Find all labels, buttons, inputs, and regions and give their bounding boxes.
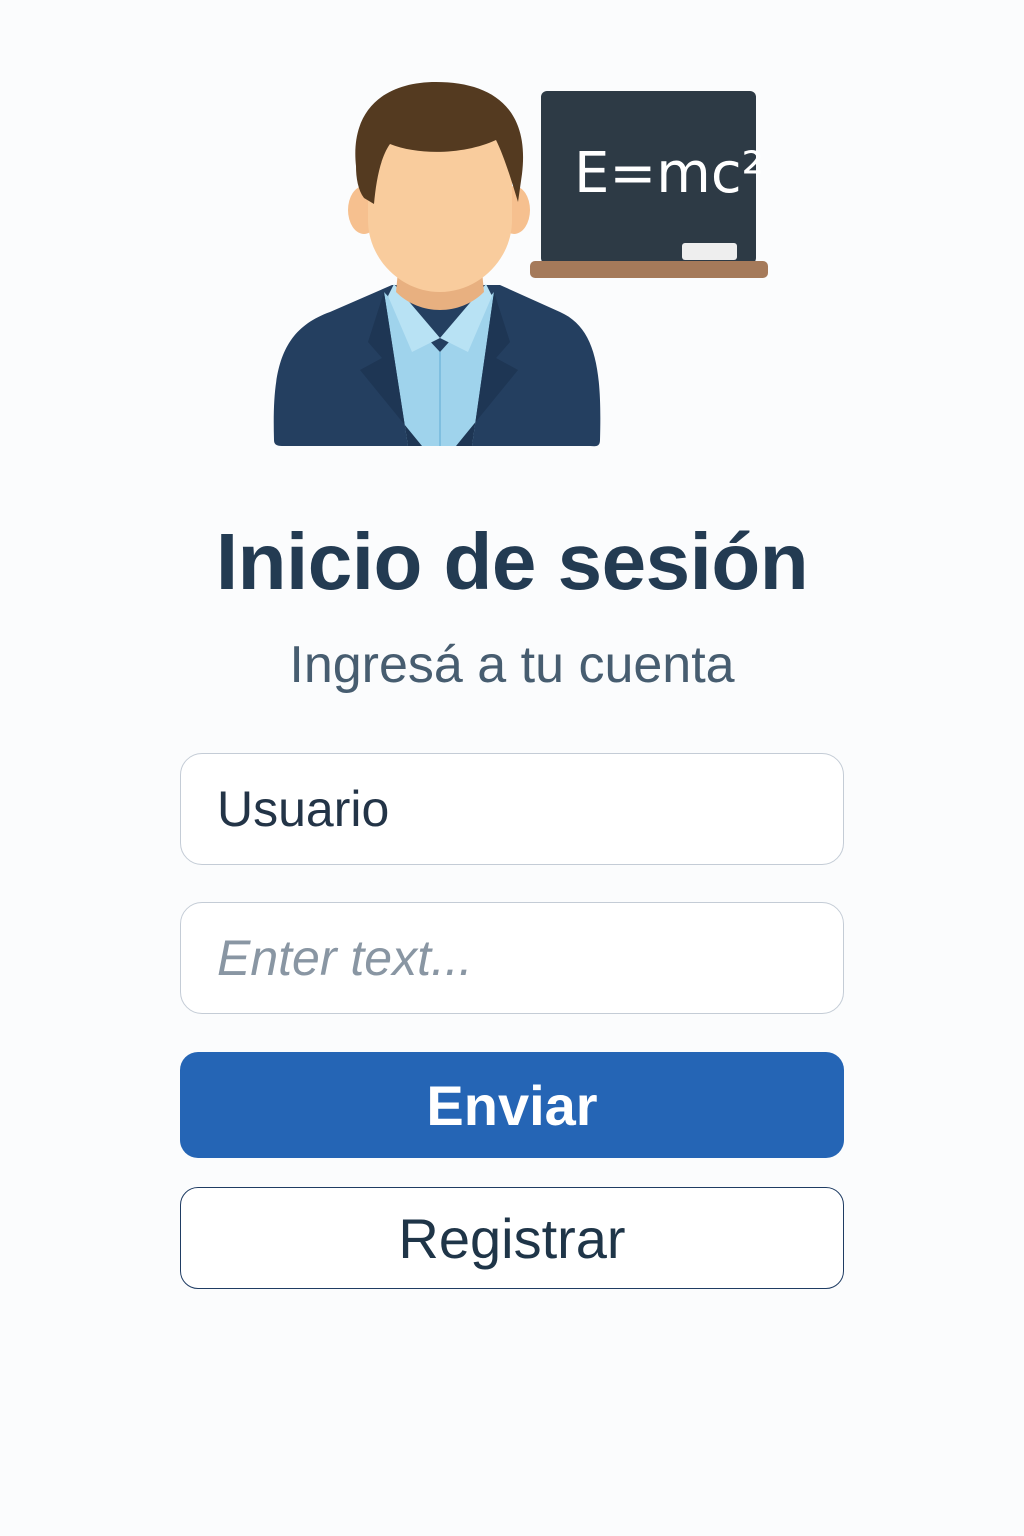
chalkboard-icon: E=mc² (530, 91, 768, 278)
submit-button[interactable]: Enviar (180, 1052, 844, 1158)
page-subtitle: Ingresá a tu cuenta (289, 636, 735, 694)
username-input[interactable] (180, 753, 844, 865)
register-button[interactable]: Registrar (180, 1187, 844, 1289)
login-page: E=mc² Inicio de sesión Ingresá a tu cuen… (0, 0, 1024, 1536)
chalkboard-formula: E=mc² (574, 141, 764, 206)
password-input[interactable] (180, 902, 844, 1014)
teacher-illustration: E=mc² (273, 82, 768, 447)
page-title: Inicio de sesión (215, 517, 809, 606)
